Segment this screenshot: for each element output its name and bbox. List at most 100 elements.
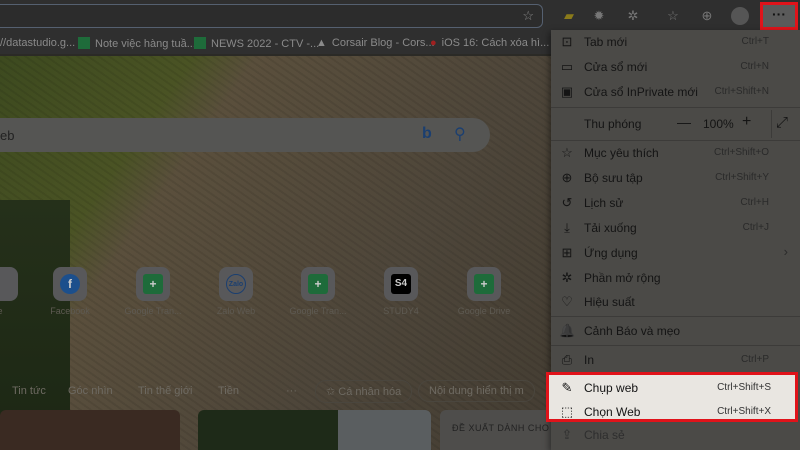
- menu-label: Thu phóng: [584, 117, 642, 131]
- collections-icon[interactable]: ⊕: [696, 6, 718, 26]
- menu-item-new-tab[interactable]: ⊡ Tab mới Ctrl+T: [551, 30, 800, 54]
- menu-item-extensions[interactable]: ✲ Phần mở rộng: [551, 266, 800, 290]
- menu-item-new-window[interactable]: ▭ Cửa sổ mới Ctrl+N: [551, 55, 800, 79]
- menu-item-favorites[interactable]: ☆ Mục yêu thích Ctrl+Shift+O: [551, 141, 800, 165]
- bell-icon: 🔔: [559, 323, 576, 338]
- chevron-right-icon: ›: [783, 244, 788, 259]
- shortcut-label: Google Tran...: [289, 306, 347, 316]
- menu-shortcut: Ctrl+Shift+O: [713, 147, 769, 158]
- browser-toolbar: ☆ ▰ ✹ ✲ ☆ ⊕ ···: [0, 0, 800, 32]
- search-box[interactable]: eb b ⚲: [0, 118, 490, 152]
- menu-label: Chia sẻ: [584, 428, 625, 442]
- shortcut-tile[interactable]: f: [53, 267, 87, 301]
- address-bar[interactable]: ☆: [0, 4, 543, 28]
- shortcut-tile[interactable]: +: [301, 267, 335, 301]
- bing-icon[interactable]: b: [422, 125, 432, 143]
- study4-icon: S4: [391, 274, 411, 294]
- zoom-value: 100%: [703, 117, 734, 131]
- search-icon[interactable]: ⚲: [454, 124, 466, 144]
- divider: [551, 345, 800, 346]
- menu-label: Chọn Web: [584, 405, 641, 419]
- menu-item-web-select[interactable]: ⬚ Chọn Web Ctrl+Shift+X: [551, 400, 800, 424]
- news-tab[interactable]: Tiền: [218, 385, 239, 397]
- menu-item-web-capture[interactable]: ✎ Chụp web Ctrl+Shift+S: [551, 376, 800, 400]
- search-input[interactable]: eb: [0, 128, 14, 143]
- apple-icon: ●: [430, 37, 437, 49]
- settings-more-button[interactable]: ···: [760, 2, 798, 30]
- menu-label: Chụp web: [584, 381, 639, 395]
- menu-label: Tải xuống: [584, 221, 637, 235]
- news-tab[interactable]: Tin tức: [12, 385, 46, 397]
- download-icon: ⤓: [564, 220, 570, 235]
- news-card[interactable]: [0, 410, 180, 450]
- menu-label: Ứng dụng: [584, 246, 638, 260]
- news-tab[interactable]: Góc nhìn: [68, 385, 113, 397]
- menu-item-zoom: Thu phóng — 100% + ⤢: [551, 110, 800, 138]
- menu-shortcut: Ctrl+H: [740, 197, 769, 208]
- bookmark[interactable]: //datastudio.g...: [0, 37, 75, 49]
- shortcut-tile[interactable]: +: [467, 267, 501, 301]
- zoom-out-button[interactable]: —: [677, 114, 691, 130]
- news-tab[interactable]: Tin thế giới: [138, 385, 193, 397]
- bookmark[interactable]: Note việc hàng tuầ...: [78, 37, 196, 50]
- zalo-icon: Zalo: [226, 274, 246, 294]
- apps-icon: ⊞: [561, 245, 573, 260]
- highlight-box: ✎ Chụp web Ctrl+Shift+S ⬚ Chọn Web Ctrl+Shif…: [546, 372, 798, 422]
- menu-label: In: [584, 353, 595, 367]
- menu-item-inprivate[interactable]: ▣ Cửa sổ InPrivate mới Ctrl+Shift+N: [551, 80, 800, 104]
- shortcut-tile[interactable]: [0, 267, 18, 301]
- corsair-icon: ▲: [316, 37, 327, 49]
- menu-item-alerts-tips[interactable]: 🔔 Cảnh Báo và mẹo: [551, 319, 800, 343]
- menu-shortcut: Ctrl+Shift+N: [714, 86, 769, 97]
- shortcut-label: Facebook: [50, 306, 90, 316]
- bookmark[interactable]: ● iOS 16: Cách xóa hì...: [430, 37, 549, 49]
- menu-label: Bộ sưu tập: [584, 171, 643, 185]
- settings-extension-icon[interactable]: ✹: [588, 6, 610, 26]
- suggestion-card[interactable]: ĐỀ XUẤT DÀNH CHO: [440, 410, 551, 450]
- shortcut-label: Google Tran...: [124, 306, 182, 316]
- menu-label: Lịch sử: [584, 196, 624, 210]
- menu-shortcut: Ctrl+Shift+S: [717, 382, 771, 393]
- menu-item-collections[interactable]: ⊕ Bộ sưu tập Ctrl+Shift+Y: [551, 166, 800, 190]
- favorite-add-icon[interactable]: ☆: [522, 8, 534, 24]
- bookmark[interactable]: ▲ Corsair Blog - Cors...: [316, 37, 435, 49]
- divider: [551, 316, 800, 317]
- shortcut-label: Google Drive: [457, 306, 511, 316]
- content-visibility-button[interactable]: Nội dung hiển thị m: [418, 380, 535, 402]
- menu-item-print[interactable]: ⎙ In Ctrl+P: [551, 348, 800, 372]
- shortcut-label: Zalo Web: [216, 306, 256, 316]
- menu-item-downloads[interactable]: ⤓ Tải xuống Ctrl+J: [551, 216, 800, 240]
- menu-label: Cửa sổ InPrivate mới: [584, 85, 698, 99]
- performance-heart-icon: ♡: [561, 294, 573, 309]
- new-tab-icon: ⊡: [561, 34, 573, 49]
- favorites-icon[interactable]: ☆: [662, 6, 684, 26]
- news-card[interactable]: [198, 410, 431, 450]
- bookmark[interactable]: NEWS 2022 - CTV -...: [194, 37, 319, 50]
- divider: [551, 107, 800, 108]
- extensions-icon[interactable]: ✲: [622, 6, 644, 26]
- menu-item-history[interactable]: ↺ Lịch sử Ctrl+H: [551, 191, 800, 215]
- inprivate-icon: ▣: [560, 84, 574, 99]
- shortcut-tile[interactable]: S4: [384, 267, 418, 301]
- menu-item-share[interactable]: ⇪ Chia sẻ: [551, 423, 800, 447]
- menu-shortcut: Ctrl+Shift+Y: [715, 172, 769, 183]
- menu-shortcut: Ctrl+J: [742, 222, 769, 233]
- menu-label: Cửa sổ mới: [584, 60, 648, 74]
- fullscreen-button[interactable]: ⤢: [776, 114, 788, 131]
- web-select-icon: ⬚: [560, 404, 574, 419]
- news-more-button[interactable]: ···: [286, 385, 297, 397]
- extension-icon[interactable]: ▰: [558, 6, 580, 26]
- profile-avatar[interactable]: [731, 7, 749, 25]
- zoom-in-button[interactable]: +: [742, 113, 751, 131]
- shortcut-tile[interactable]: +: [136, 267, 170, 301]
- new-window-icon: ▭: [560, 59, 574, 74]
- shortcut-tile[interactable]: Zalo: [219, 267, 253, 301]
- personalize-button[interactable]: ✩ Cá nhân hóa: [315, 380, 413, 403]
- menu-item-apps[interactable]: ⊞ Ứng dụng ›: [551, 241, 800, 265]
- bookmarks-bar: //datastudio.g... Note việc hàng tuầ... …: [0, 32, 551, 54]
- news-nav: Tin tức Góc nhìn Tin thế giới Tiền ··· ✩…: [0, 380, 551, 403]
- menu-label: Hiệu suất: [584, 295, 635, 309]
- collections-icon: ⊕: [561, 170, 573, 185]
- menu-shortcut: Ctrl+T: [741, 36, 770, 47]
- menu-item-performance[interactable]: ♡ Hiệu suất: [551, 290, 800, 314]
